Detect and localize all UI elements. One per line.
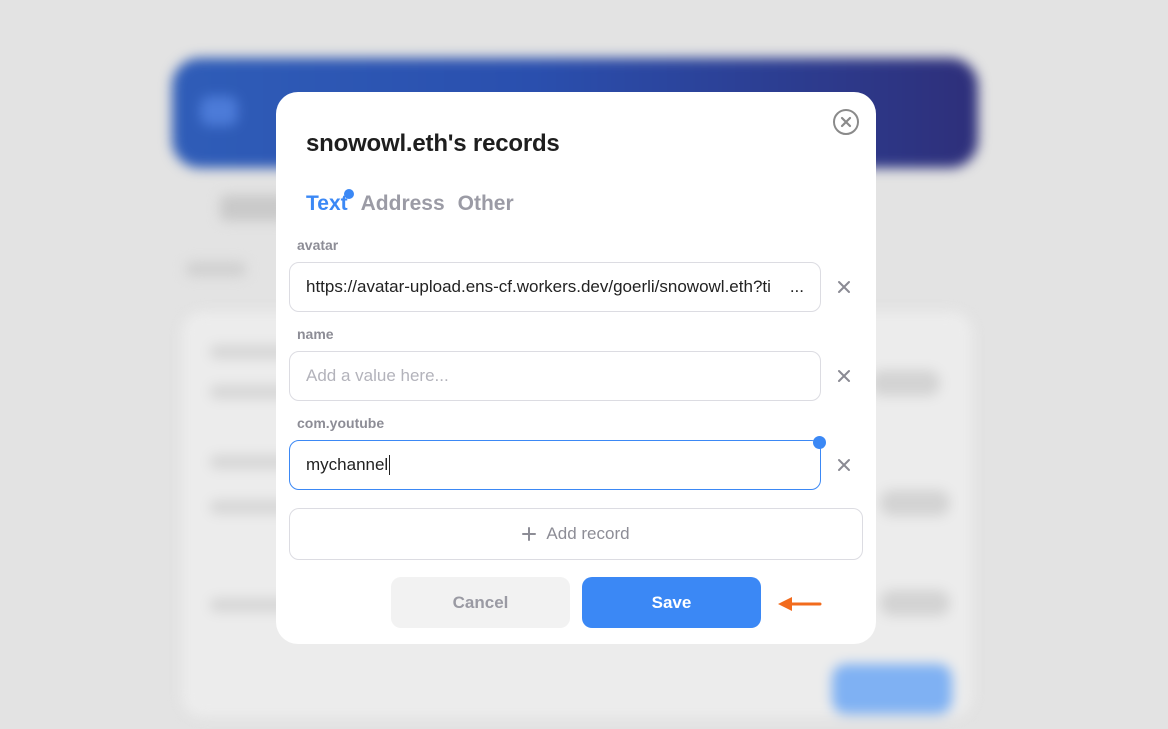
arrow-left-icon <box>778 597 822 611</box>
record-value-youtube-input[interactable]: mychannel <box>289 440 821 490</box>
remove-youtube-record-x-icon[interactable] <box>836 457 852 473</box>
background-button <box>832 664 952 714</box>
plus-icon <box>522 527 537 541</box>
text-caret <box>389 455 391 475</box>
tab-text-label: Text <box>306 192 348 215</box>
field-changed-indicator <box>813 436 826 449</box>
record-value-placeholder: Add a value here... <box>306 366 449 385</box>
modal-title: snowowl.eth's records <box>306 130 560 157</box>
record-value-avatar-input[interactable]: https://avatar-upload.ens-cf.workers.dev… <box>289 262 821 312</box>
tab-other[interactable]: Other <box>458 192 514 216</box>
record-key-avatar: avatar <box>297 237 339 253</box>
record-value-text: https://avatar-upload.ens-cf.workers.dev… <box>306 277 771 296</box>
add-record-label: Add record <box>546 524 630 543</box>
record-key-name: name <box>297 326 334 342</box>
remove-name-record-x-icon[interactable] <box>836 368 852 384</box>
truncation-ellipsis: ... <box>789 277 804 296</box>
background-pill <box>880 490 950 516</box>
save-button[interactable]: Save <box>582 577 761 628</box>
close-circle-icon[interactable] <box>833 109 859 135</box>
cancel-button[interactable]: Cancel <box>391 577 570 628</box>
record-type-tabs: Text Address Other <box>306 189 514 216</box>
background-pill <box>880 590 950 616</box>
record-value-text: mychannel <box>306 455 389 474</box>
records-modal: snowowl.eth's records Text Address Other… <box>276 92 876 644</box>
background-tabs <box>186 262 246 276</box>
record-value-name-input[interactable]: Add a value here... <box>289 351 821 401</box>
background-avatar <box>200 96 238 126</box>
close-glyph <box>840 116 852 128</box>
tab-address[interactable]: Address <box>361 192 445 216</box>
background-pill <box>870 370 940 396</box>
remove-avatar-record-x-icon[interactable] <box>836 279 852 295</box>
tab-changed-indicator <box>343 189 354 199</box>
record-key-youtube: com.youtube <box>297 415 385 431</box>
add-record-button[interactable]: Add record <box>289 508 863 560</box>
tab-text[interactable]: Text <box>306 189 354 216</box>
